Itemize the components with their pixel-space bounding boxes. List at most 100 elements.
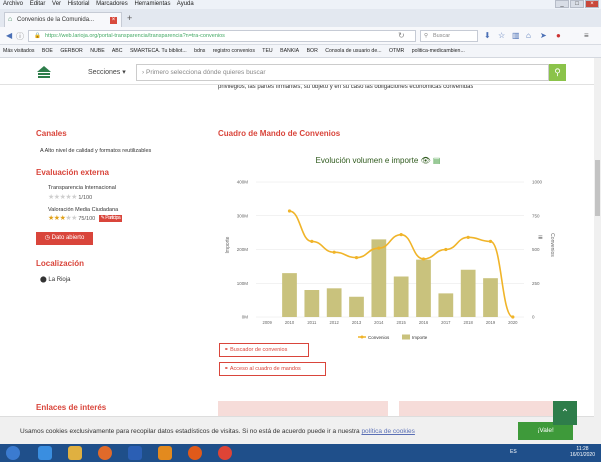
chart-menu-icon[interactable]: ≡ — [538, 233, 543, 242]
send-icon[interactable]: ➤ — [540, 31, 547, 40]
bookmark-item[interactable]: ABC — [112, 48, 123, 54]
bookmark-item[interactable]: TEU — [262, 48, 272, 54]
bookmark-star-icon[interactable]: ☆ — [498, 31, 505, 40]
x-tick-label: 2016 — [419, 320, 429, 325]
word-icon[interactable] — [128, 446, 142, 460]
bookmark-item[interactable]: politica-medicambien... — [412, 48, 465, 54]
bar-importe — [349, 296, 364, 317]
vmc-rating: ★★★★★ 75/100 ✎ Participa — [48, 214, 123, 222]
x-tick-label: 2011 — [307, 320, 317, 325]
clock-date: 16/01/2020 — [569, 452, 595, 458]
url-input[interactable]: 🔒 https://web.larioja.org/portal-transpa… — [28, 30, 416, 42]
chrome-icon[interactable] — [218, 446, 232, 460]
localizacion-heading: Localización — [36, 259, 85, 268]
bookmark-item[interactable]: OTMR — [389, 48, 404, 54]
legend-importe-swatch — [402, 334, 410, 340]
site-favicon-icon: ⌂ — [8, 16, 13, 23]
bookmark-item[interactable]: BOR — [307, 48, 318, 54]
library-icon[interactable]: ▥ — [512, 31, 520, 40]
canales-text: A Alto nivel de calidad y formatos reuti… — [40, 148, 152, 154]
eye-icon[interactable]: 👁 — [421, 156, 431, 165]
info-icon[interactable]: ⓘ — [16, 31, 24, 42]
dato-abierto-button[interactable]: ◷ Dato abierto — [36, 232, 93, 245]
point-convenios — [354, 256, 359, 260]
menu-ayuda[interactable]: Ayuda — [177, 1, 194, 7]
bookmark-item[interactable]: NUBE — [90, 48, 104, 54]
legend-convenios-label[interactable]: Convenios — [368, 335, 390, 340]
menu-historial[interactable]: Historial — [68, 1, 90, 7]
la-rioja-logo-icon[interactable] — [36, 65, 52, 79]
outlook-icon[interactable] — [158, 446, 172, 460]
chevron-up-icon: ⌃ — [560, 408, 570, 419]
y-tick-label: 300M — [237, 213, 249, 218]
start-icon[interactable] — [6, 446, 20, 460]
menu-ver[interactable]: Ver — [52, 1, 61, 7]
site-search-button[interactable]: ⚲ — [549, 64, 566, 81]
scrollbar-thumb[interactable] — [595, 160, 600, 216]
system-clock[interactable]: 11:28 16/01/2020 — [570, 446, 595, 458]
site-search-input[interactable]: › Primero selecciona dónde quieres busca… — [136, 64, 549, 81]
buscador-link-button[interactable]: ⚭ Buscador de convenios — [219, 343, 309, 357]
new-tab-button[interactable]: + — [127, 13, 132, 23]
y2-tick-label: 250 — [532, 281, 540, 286]
maximize-button[interactable]: □ — [570, 0, 584, 8]
addon-icon[interactable]: ● — [556, 31, 561, 40]
ie-icon[interactable] — [38, 446, 52, 460]
folder-icon[interactable] — [68, 446, 82, 460]
y2-tick-label: 0 — [532, 315, 535, 320]
rating-star-icon: ★ — [71, 215, 77, 222]
language-indicator[interactable]: ES — [510, 449, 517, 455]
bookmark-item[interactable]: SMARTECA. Tu bibliot... — [130, 48, 187, 54]
x-tick-label: 2018 — [464, 320, 474, 325]
point-convenios — [399, 233, 403, 237]
export-icon[interactable]: ▤ — [433, 156, 441, 165]
menu-editar[interactable]: Editar — [30, 1, 46, 7]
reload-icon[interactable]: ↻ — [398, 31, 405, 40]
home-icon[interactable]: ⌂ — [526, 31, 531, 40]
bookmark-item[interactable]: Consola de usuario de... — [325, 48, 381, 54]
x-tick-label: 2013 — [352, 320, 362, 325]
back-icon[interactable]: ◀ — [6, 31, 12, 40]
lock-icon: 🔒 — [34, 33, 41, 39]
bar-importe — [460, 269, 476, 317]
download-icon[interactable]: ⬇ — [484, 31, 491, 40]
y-tick-label: 200M — [237, 247, 249, 252]
search-icon: ⚲ — [424, 33, 429, 39]
browser-search-input[interactable]: ⚲ Buscar — [420, 30, 478, 42]
firefox-icon[interactable] — [188, 446, 202, 460]
cookie-policy-link[interactable]: política de cookies — [361, 428, 414, 435]
tab-convenios[interactable]: ⌂ Convenios de la Comunida... × — [4, 12, 122, 27]
chart-legend: Convenios Importe — [358, 334, 428, 340]
chart-title-text: Evolución volumen e importe — [315, 156, 419, 165]
taskbar: ES 11:28 16/01/2020 — [0, 444, 601, 462]
vmc-score: 75/100 — [78, 216, 96, 222]
menu-bar: Archivo Editar Ver Historial Marcadores … — [0, 0, 601, 9]
menu-herramientas[interactable]: Herramientas — [134, 1, 170, 7]
url-text: https://web.larioja.org/portal-transpare… — [45, 33, 225, 39]
menu-marcadores[interactable]: Marcadores — [96, 1, 128, 7]
rating-star-icon: ★ — [71, 194, 77, 201]
bookmark-item[interactable]: registro convenios — [213, 48, 255, 54]
minimize-button[interactable]: _ — [555, 0, 569, 8]
bookmark-item[interactable]: BOE — [42, 48, 53, 54]
menu-archivo[interactable]: Archivo — [3, 1, 23, 7]
close-window-button[interactable]: × — [585, 0, 599, 8]
bookmark-item[interactable]: BANKIA — [280, 48, 299, 54]
acceso-link-button[interactable]: ⚭ Acceso al cuadro de mandos — [219, 362, 326, 376]
media-icon[interactable] — [98, 446, 112, 460]
ti-score: 1/100 — [78, 195, 93, 201]
bookmark-item[interactable]: bdns — [194, 48, 205, 54]
participa-button[interactable]: ✎ Participa — [98, 214, 123, 222]
close-tab-icon[interactable]: × — [110, 17, 117, 24]
hamburger-menu-icon[interactable]: ≡ — [584, 31, 589, 40]
dato-abierto-label: Dato abierto — [51, 235, 85, 241]
bookmark-item[interactable]: Más visitados — [3, 48, 34, 54]
bar-importe — [371, 239, 387, 317]
page-scrollbar[interactable] — [594, 58, 601, 444]
bookmark-item[interactable]: GERBOR — [60, 48, 82, 54]
y-tick-label: 0M — [242, 315, 249, 320]
site-search-placeholder: › — [142, 69, 145, 76]
secciones-dropdown[interactable]: Secciones ▾ — [88, 68, 126, 76]
legend-importe-label[interactable]: Importe — [412, 335, 428, 340]
scroll-to-top-button[interactable]: ⌃ — [553, 401, 577, 425]
